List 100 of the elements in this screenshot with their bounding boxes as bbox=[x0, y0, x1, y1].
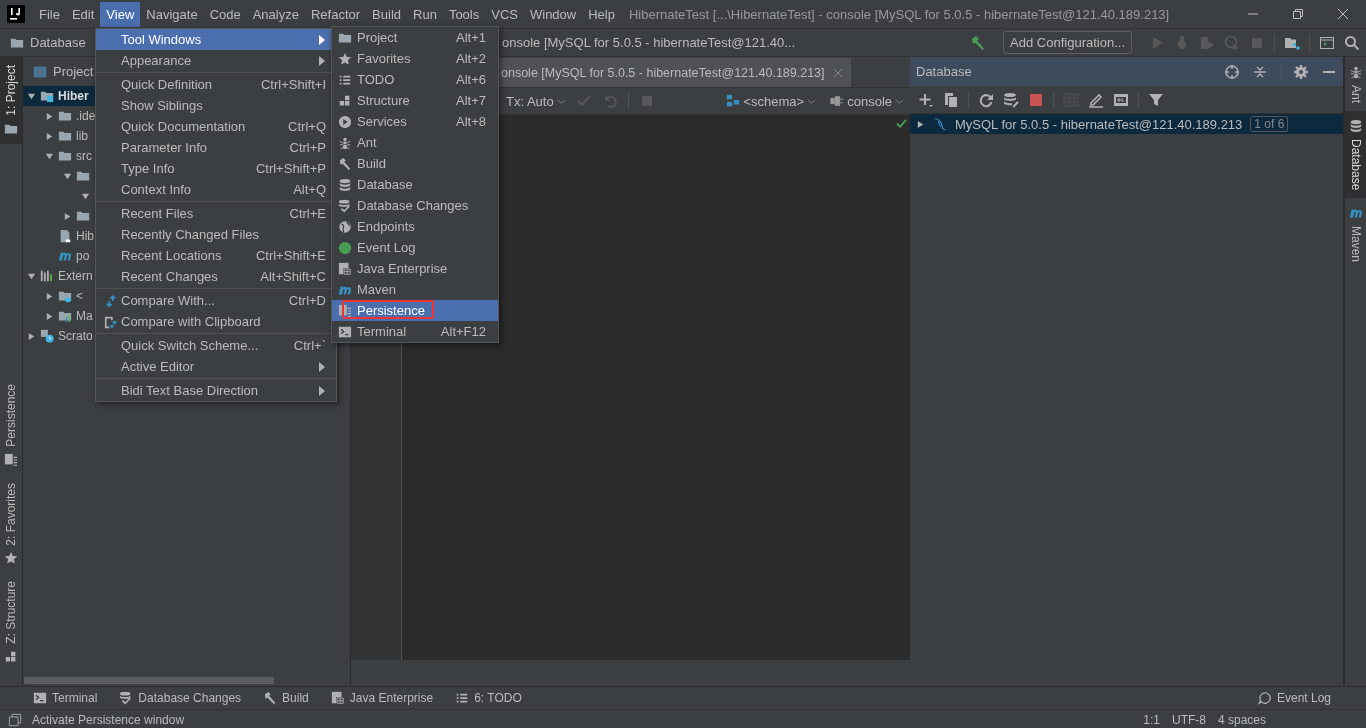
caret-icon[interactable] bbox=[63, 171, 72, 181]
status-item[interactable]: 4 spaces bbox=[1217, 713, 1266, 727]
status-item[interactable]: UTF-8 bbox=[1171, 713, 1206, 727]
close-icon[interactable] bbox=[1336, 7, 1350, 21]
menu-item[interactable]: Active Editor bbox=[96, 356, 336, 377]
tree-item[interactable]: lib bbox=[76, 129, 88, 143]
caret-icon[interactable] bbox=[27, 91, 36, 101]
copy-icon[interactable] bbox=[943, 91, 959, 108]
session-dropdown[interactable]: console bbox=[830, 93, 904, 109]
database-icon bbox=[338, 177, 352, 192]
caret-icon[interactable] bbox=[27, 331, 36, 341]
menu-item[interactable]: Structure Alt+7 bbox=[332, 90, 498, 111]
caret-icon[interactable] bbox=[27, 271, 36, 281]
data-source-item[interactable]: MySQL for 5.0.5 - hibernateTest@121.40.189.213 bbox=[955, 116, 1243, 132]
window-icon[interactable] bbox=[1319, 34, 1335, 51]
restore-icon[interactable] bbox=[1291, 7, 1305, 21]
settings-icon[interactable] bbox=[1293, 63, 1309, 80]
menu-item[interactable]: Database bbox=[332, 174, 498, 195]
layout-icon[interactable] bbox=[8, 713, 22, 727]
transaction-dropdown[interactable]: Tx: Auto bbox=[506, 93, 566, 109]
caret-icon[interactable] bbox=[63, 211, 72, 221]
check-icon[interactable] bbox=[575, 93, 592, 109]
tree-item[interactable]: .ide bbox=[76, 109, 96, 123]
tree-item[interactable]: Hib bbox=[76, 229, 94, 243]
terminal-icon bbox=[338, 324, 352, 339]
menu-item[interactable]: Tools bbox=[442, 1, 486, 27]
tree-item[interactable]: po bbox=[76, 249, 90, 263]
refresh-icon[interactable] bbox=[978, 91, 994, 108]
tool-window-tab[interactable]: 1: Project bbox=[0, 57, 22, 144]
tree-item[interactable]: Hiber bbox=[58, 89, 89, 103]
menu-item[interactable]: Java Enterprise bbox=[332, 258, 498, 279]
menu-item[interactable]: View bbox=[100, 1, 141, 27]
menu-item[interactable]: TODO Alt+6 bbox=[332, 69, 498, 90]
menu-item[interactable]: Services Alt+8 bbox=[332, 111, 498, 132]
folder-cup-icon bbox=[58, 289, 72, 303]
tool-window-tab[interactable]: Database bbox=[1345, 111, 1366, 199]
scrollbar[interactable] bbox=[24, 677, 274, 684]
tool-window-tab[interactable]: Ant bbox=[1345, 57, 1366, 111]
tree-item[interactable]: Extern bbox=[58, 269, 93, 283]
caret-icon[interactable] bbox=[45, 151, 54, 161]
tool-window-tab[interactable]: Java Enterprise bbox=[330, 691, 434, 705]
tool-window-tab[interactable]: Terminal bbox=[33, 691, 98, 705]
file-icon bbox=[58, 229, 72, 243]
target-icon[interactable] bbox=[1224, 63, 1240, 80]
tool-window-tab[interactable]: Database Changes bbox=[119, 691, 242, 705]
menu-item[interactable]: VCS bbox=[485, 1, 524, 27]
hammer-icon bbox=[263, 691, 278, 705]
database-check-icon bbox=[119, 691, 134, 705]
filter-icon[interactable] bbox=[1148, 91, 1164, 108]
menu-item[interactable]: Build bbox=[332, 153, 498, 174]
tree-item[interactable]: Ma bbox=[76, 309, 93, 323]
menu-item[interactable]: Analyze bbox=[246, 1, 305, 27]
caret-icon[interactable] bbox=[45, 111, 54, 121]
menu-item[interactable]: Ant bbox=[332, 132, 498, 153]
schema-dropdown[interactable]: <schema> bbox=[726, 93, 817, 109]
check-icon bbox=[896, 118, 907, 129]
menu-item[interactable]: File bbox=[33, 1, 66, 27]
menu-item[interactable]: Window bbox=[523, 1, 583, 27]
clipboard-compare-icon bbox=[103, 314, 118, 329]
menu-item[interactable]: Edit bbox=[65, 1, 101, 27]
tool-window-tab[interactable]: Maven bbox=[1345, 198, 1366, 271]
status-item[interactable]: 1:1 bbox=[1143, 713, 1160, 727]
tool-window-tab[interactable]: Z: Structure bbox=[0, 573, 22, 672]
tree-item[interactable]: < bbox=[76, 289, 83, 303]
breadcrumb[interactable]: Database bbox=[30, 35, 86, 50]
caret-icon[interactable] bbox=[45, 131, 54, 141]
tree-item[interactable]: Scrato bbox=[58, 329, 93, 343]
caret-icon[interactable] bbox=[45, 311, 54, 321]
tool-window-tab[interactable]: Build bbox=[263, 691, 309, 705]
hammer-icon[interactable] bbox=[970, 34, 987, 51]
edit-icon[interactable] bbox=[1088, 91, 1104, 108]
menu-item[interactable]: Event Log bbox=[332, 237, 498, 258]
database-wrench-icon[interactable] bbox=[1003, 91, 1019, 108]
tree-item[interactable]: src bbox=[76, 149, 92, 163]
query-console-icon[interactable] bbox=[1113, 91, 1129, 108]
menu-item[interactable]: Database Changes bbox=[332, 195, 498, 216]
add-icon[interactable] bbox=[918, 91, 934, 108]
menu-item[interactable]: Refactor bbox=[304, 1, 367, 27]
tool-window-tab[interactable]: 2: Favorites bbox=[0, 474, 22, 574]
menu-item[interactable]: Navigate bbox=[140, 1, 204, 27]
breadcrumb[interactable]: onsole [MySQL for 5.0.5 - hibernateTest@121.40... bbox=[502, 35, 796, 50]
search-icon[interactable] bbox=[1344, 34, 1360, 51]
caret-icon[interactable] bbox=[916, 119, 925, 129]
menu-item[interactable]: Code bbox=[203, 1, 247, 27]
event-log-tab[interactable]: Event Log bbox=[1257, 691, 1366, 705]
tool-window-tab[interactable]: Persistence bbox=[0, 375, 22, 475]
structure-icon bbox=[338, 93, 352, 108]
caret-icon[interactable] bbox=[45, 291, 54, 301]
menu-item[interactable]: Run bbox=[407, 1, 443, 27]
menu-item[interactable]: Compare With... Ctrl+D bbox=[96, 290, 336, 311]
menu-item[interactable]: Bidi Text Base Direction bbox=[96, 380, 336, 401]
editor-tab[interactable]: onsole [MySQL for 5.0.5 - hibernateTest@121.40.189.213] bbox=[497, 58, 851, 87]
menu-item[interactable]: Build bbox=[366, 1, 407, 27]
caret-icon[interactable] bbox=[81, 191, 90, 201]
stop-icon[interactable] bbox=[1028, 91, 1044, 108]
run-configuration-button[interactable]: Add Configuration... bbox=[1003, 31, 1132, 54]
menu-item[interactable]: Help bbox=[582, 1, 621, 27]
menu-item[interactable]: Endpoints bbox=[332, 216, 498, 237]
tool-window-tab[interactable]: 6: TODO bbox=[455, 691, 522, 705]
menu-item[interactable]: Persistence bbox=[332, 300, 498, 321]
